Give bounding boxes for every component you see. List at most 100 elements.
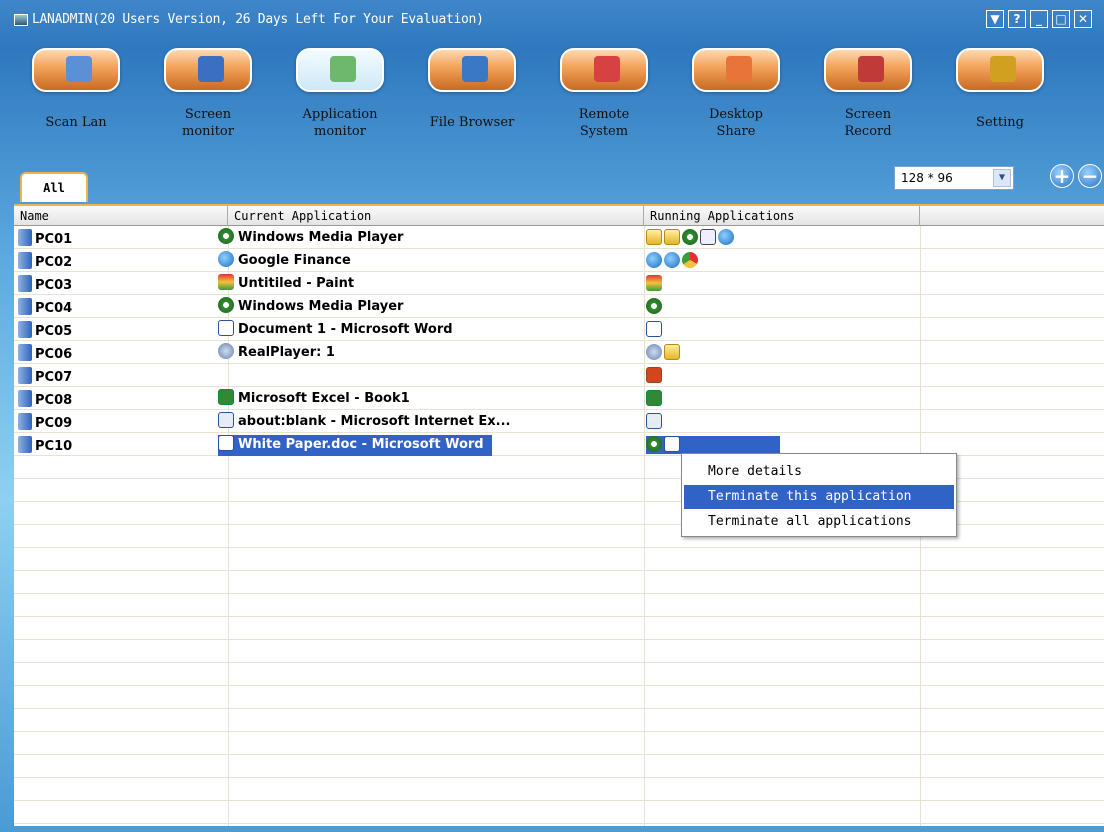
window-title: LANADMIN(20 Users Version, 26 Days Left … — [32, 12, 484, 27]
computer-name: PC03 — [35, 278, 73, 293]
current-application-cell[interactable]: about:blank - Microsoft Internet Ex... — [218, 412, 519, 433]
running-applications-cell — [646, 436, 780, 454]
screen-record-icon — [824, 48, 912, 92]
computer-name: PC08 — [35, 393, 73, 408]
toolbar-button-setting[interactable]: Setting — [948, 48, 1058, 158]
toolbar-button-scan-lan[interactable]: Scan Lan — [24, 48, 134, 158]
running-application-icon[interactable] — [664, 252, 680, 268]
current-application-cell[interactable]: Document 1 - Microsoft Word — [218, 320, 461, 341]
computer-icon — [18, 413, 32, 430]
thumbnail-size-select[interactable]: 128 * 96 ▼ — [894, 166, 1014, 190]
table-row[interactable]: PC04 Windows Media Player — [14, 296, 1104, 319]
running-applications-cell — [646, 367, 664, 385]
current-application-cell[interactable]: RealPlayer: 1 — [218, 343, 343, 364]
toolbar-button-screen-record[interactable]: Screen Record — [816, 48, 926, 158]
running-application-icon[interactable] — [646, 275, 662, 291]
toolbar-button-label: Remote System — [578, 107, 630, 139]
running-application-icon[interactable] — [646, 390, 662, 406]
setting-icon-glyph — [990, 56, 1016, 82]
desktop-share-icon-glyph — [726, 56, 752, 82]
running-application-icon[interactable] — [646, 344, 662, 360]
computer-icon — [18, 344, 32, 361]
table-row[interactable]: PC08 Microsoft Excel - Book1 — [14, 388, 1104, 411]
running-application-icon[interactable] — [664, 344, 680, 360]
toolbar-button-label: Scan Lan — [45, 115, 107, 130]
toolbar-button-remote-system[interactable]: Remote System — [552, 48, 662, 158]
application-monitor-icon-glyph — [330, 56, 356, 82]
computer-icon — [18, 367, 32, 384]
current-application-name: RealPlayer: 1 — [238, 345, 335, 360]
current-application-cell[interactable]: Google Finance — [218, 251, 359, 272]
current-application-cell[interactable]: Windows Media Player — [218, 228, 411, 249]
running-application-icon[interactable] — [718, 229, 734, 245]
running-application-icon[interactable] — [646, 252, 662, 268]
table-row[interactable]: PC03 Untitiled - Paint — [14, 273, 1104, 296]
computer-icon — [18, 229, 32, 246]
computer-name: PC01 — [35, 232, 73, 247]
running-applications-cell — [646, 275, 664, 293]
toolbar-button-label: Setting — [976, 115, 1024, 130]
current-application-cell[interactable]: Untitiled - Paint — [218, 274, 362, 295]
computer-name: PC04 — [35, 301, 73, 316]
running-application-icon[interactable] — [646, 298, 662, 314]
computer-name: PC07 — [35, 370, 73, 385]
column-header-current-application[interactable]: Current Application — [228, 206, 644, 226]
application-icon — [218, 251, 234, 267]
running-applications-cell — [646, 298, 664, 316]
maximize-button[interactable]: □ — [1052, 10, 1070, 28]
computer-name-cell: PC08 — [18, 390, 72, 408]
table-row[interactable]: PC07 — [14, 365, 1104, 388]
table-row[interactable]: PC02 Google Finance — [14, 250, 1104, 273]
application-icon — [218, 228, 234, 244]
table-row[interactable]: PC06 RealPlayer: 1 — [14, 342, 1104, 365]
application-icon — [218, 412, 234, 428]
current-application-cell[interactable]: White Paper.doc - Microsoft Word — [218, 435, 492, 456]
running-application-icon[interactable] — [646, 367, 662, 383]
toolbar-button-screen-monitor[interactable]: Screen monitor — [156, 48, 266, 158]
toolbar-button-label: Screen monitor — [182, 107, 234, 139]
computer-icon — [18, 390, 32, 407]
current-application-cell[interactable]: Windows Media Player — [218, 297, 411, 318]
tab-all[interactable]: All — [20, 172, 88, 202]
running-application-icon[interactable] — [646, 321, 662, 337]
menu-item-terminate-all-applications[interactable]: Terminate all applications — [684, 510, 954, 534]
computer-icon — [18, 298, 32, 315]
table-row[interactable]: PC09 about:blank - Microsoft Internet Ex.… — [14, 411, 1104, 434]
computer-name: PC09 — [35, 416, 73, 431]
table-row[interactable]: PC05 Document 1 - Microsoft Word — [14, 319, 1104, 342]
running-application-icon[interactable] — [646, 436, 662, 452]
minimize-button[interactable]: _ — [1030, 10, 1048, 28]
running-application-icon[interactable] — [664, 229, 680, 245]
application-window: LANADMIN(20 Users Version, 26 Days Left … — [0, 0, 1104, 832]
context-menu: More details Terminate this application Te… — [681, 453, 957, 537]
zoom-out-button[interactable]: − — [1078, 164, 1102, 188]
toolbar-button-desktop-share[interactable]: Desktop Share — [684, 48, 794, 158]
running-application-icon[interactable] — [682, 252, 698, 268]
toolbar-button-label: Application monitor — [302, 107, 378, 139]
computer-icon — [18, 275, 32, 292]
running-application-icon[interactable] — [646, 229, 662, 245]
running-application-icon[interactable] — [682, 229, 698, 245]
toolbar-button-application-monitor[interactable]: Application monitor — [288, 48, 398, 158]
column-header-name[interactable]: Name — [14, 206, 228, 226]
running-application-icon[interactable] — [700, 229, 716, 245]
dropdown-menu-button[interactable]: ▼ — [986, 10, 1004, 28]
computer-name-cell: PC02 — [18, 252, 72, 270]
menu-item-more-details[interactable]: More details — [684, 460, 954, 484]
current-application-cell[interactable]: Microsoft Excel - Book1 — [218, 389, 418, 410]
close-button[interactable]: ✕ — [1074, 10, 1092, 28]
application-icon — [218, 343, 234, 359]
thumbnail-size-value: 128 * 96 — [901, 171, 953, 185]
file-browser-icon — [428, 48, 516, 92]
column-header-running-applications[interactable]: Running Applications — [644, 206, 920, 226]
help-button[interactable]: ? — [1008, 10, 1026, 28]
zoom-in-button[interactable]: + — [1050, 164, 1074, 188]
running-application-icon[interactable] — [664, 436, 680, 452]
running-application-icon[interactable] — [646, 413, 662, 429]
chevron-down-icon[interactable]: ▼ — [993, 169, 1011, 187]
current-application-name: Untitiled - Paint — [238, 276, 355, 291]
table-row[interactable]: PC01 Windows Media Player — [14, 227, 1104, 250]
tab-row: All 128 * 96 ▼ + − — [14, 160, 1104, 204]
toolbar-button-file-browser[interactable]: File Browser — [420, 48, 530, 158]
menu-item-terminate-this-application[interactable]: Terminate this application — [684, 485, 954, 509]
